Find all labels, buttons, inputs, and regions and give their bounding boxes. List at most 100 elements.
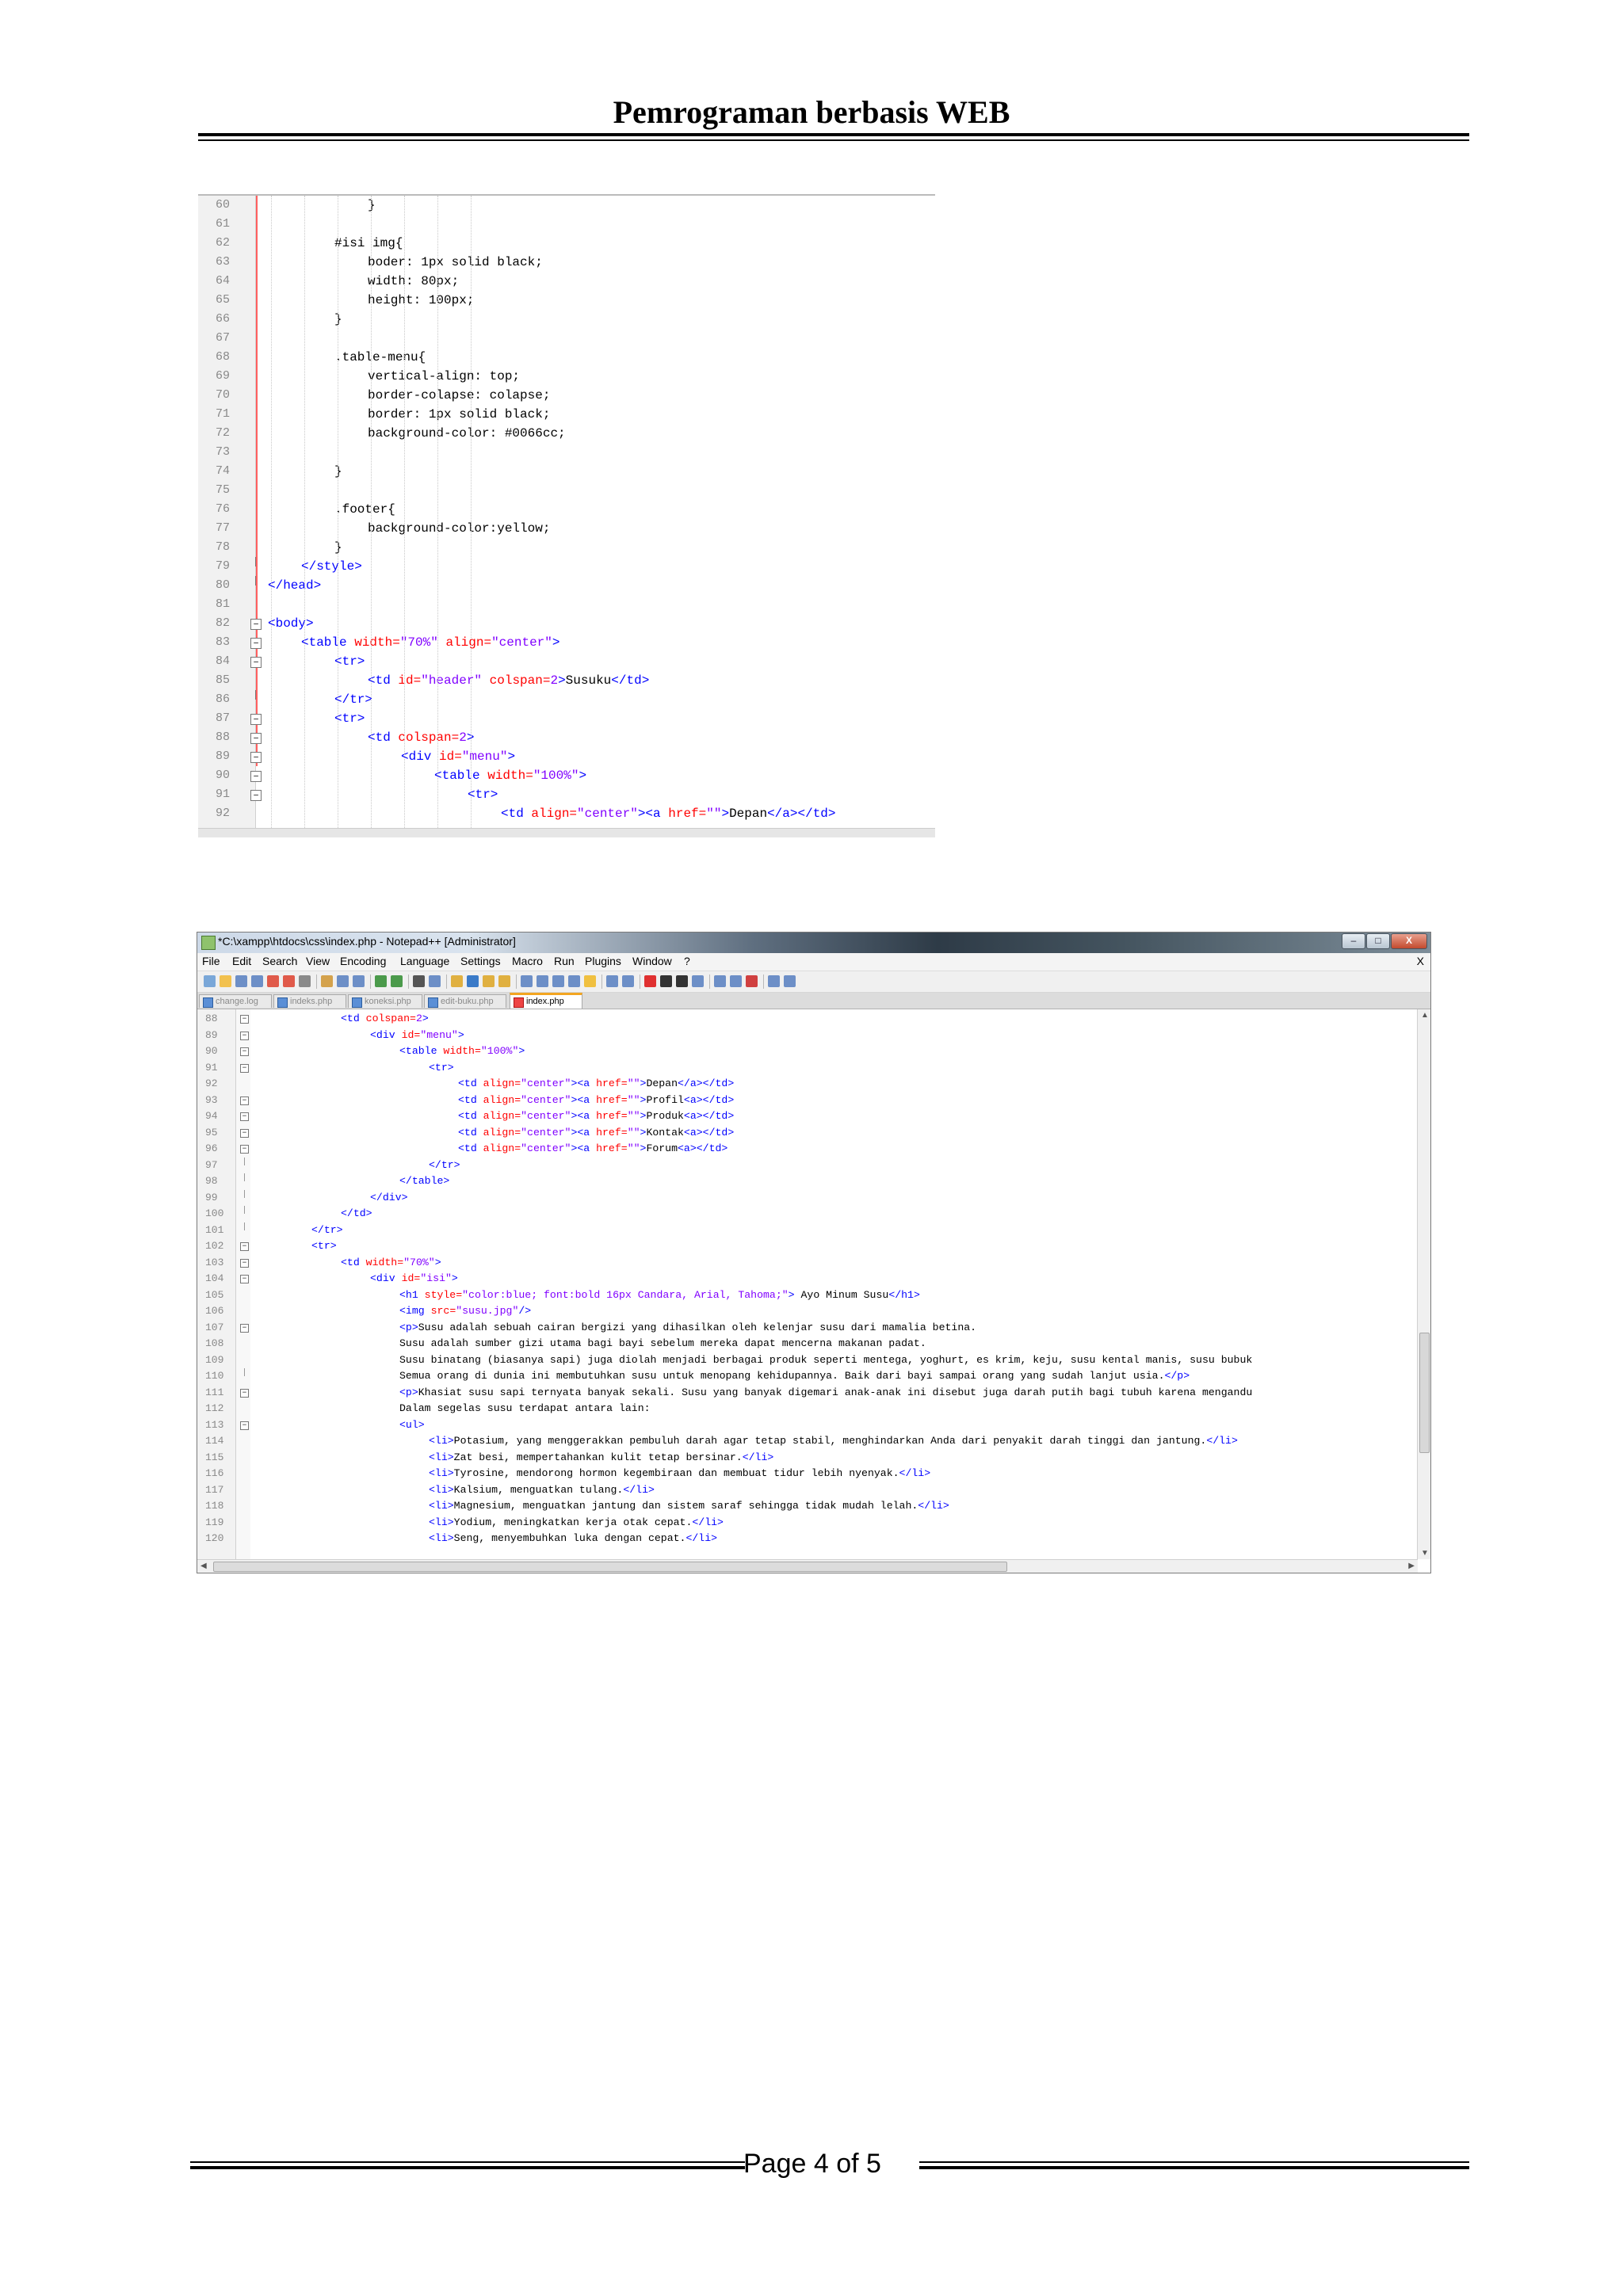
fold-toggle-icon[interactable]: − (250, 638, 262, 649)
code-text: </tr> (334, 690, 372, 709)
code-token: ><a (571, 1093, 597, 1106)
line-number: 69 (216, 369, 231, 383)
toolbar-button-icon[interactable] (714, 975, 726, 987)
vertical-scroll-thumb[interactable] (1419, 1333, 1430, 1453)
toolbar-button-icon[interactable] (521, 975, 533, 987)
fold-toggle-icon[interactable]: − (240, 1112, 249, 1121)
tab-index-php[interactable]: index.php (510, 993, 582, 1009)
toolbar-button-icon[interactable] (568, 975, 580, 987)
scroll-up-icon[interactable]: ▲ (1421, 1011, 1429, 1020)
fold-end-icon (244, 1157, 245, 1165)
code-text: .footer{ (334, 500, 395, 519)
toolbar-button-icon[interactable] (429, 975, 441, 987)
toolbar-button-icon[interactable] (235, 975, 247, 987)
line-number: 110 (205, 1370, 224, 1382)
toolbar-button-icon[interactable] (391, 975, 403, 987)
notepad-window: *C:\xampp\htdocs\css\index.php - Notepad… (197, 932, 1431, 1573)
code-token: "center" (521, 1110, 571, 1122)
scroll-right-icon[interactable]: ▶ (1408, 1562, 1415, 1570)
toolbar-button-icon[interactable] (537, 975, 548, 987)
toolbar-button-icon[interactable] (204, 975, 216, 987)
toolbar-button-icon[interactable] (498, 975, 510, 987)
menu-view[interactable]: View (306, 955, 330, 967)
fold-toggle-icon[interactable]: − (250, 619, 262, 630)
toolbar-button-icon[interactable] (375, 975, 387, 987)
fold-toggle-icon[interactable]: − (250, 771, 262, 782)
fold-toggle-icon[interactable]: − (240, 1096, 249, 1105)
maximize-button[interactable]: □ (1366, 933, 1390, 949)
code-editor[interactable]: 88− <td colspan=2> 89− <div id="menu"> 90− <t… (197, 1009, 1430, 1559)
fold-toggle-icon[interactable]: − (250, 714, 262, 725)
document-close-button[interactable]: X (1417, 955, 1424, 967)
menu-window[interactable]: Window (632, 955, 672, 967)
code-token: </li> (1206, 1435, 1238, 1447)
fold-toggle-icon[interactable]: − (240, 1145, 249, 1154)
tab-change-log[interactable]: change.log (199, 994, 272, 1008)
line-number: 90 (205, 1045, 218, 1057)
fold-toggle-icon[interactable]: − (240, 1015, 249, 1024)
code-text: border-colapse: colapse; (368, 386, 550, 405)
toolbar-button-icon[interactable] (413, 975, 425, 987)
horizontal-scrollbar[interactable]: ◀ ▶ (197, 1559, 1418, 1573)
fold-toggle-icon[interactable]: − (240, 1388, 249, 1398)
toolbar-button-icon[interactable] (644, 975, 656, 987)
fold-toggle-icon[interactable]: − (240, 1421, 249, 1430)
scroll-down-icon[interactable]: ▼ (1421, 1549, 1429, 1558)
line-number: 77 (216, 521, 231, 535)
fold-toggle-icon[interactable]: − (250, 657, 262, 668)
scroll-left-icon[interactable]: ◀ (200, 1562, 207, 1570)
toolbar-button-icon[interactable] (606, 975, 618, 987)
tab-koneksi-php[interactable]: koneksi.php (348, 994, 422, 1008)
fold-toggle-icon[interactable]: − (240, 1047, 249, 1056)
fold-toggle-icon[interactable]: − (240, 1275, 249, 1283)
fold-toggle-icon[interactable]: − (250, 752, 262, 763)
tab-edit-buku-php[interactable]: edit-buku.php (424, 994, 506, 1008)
toolbar-button-icon[interactable] (467, 975, 479, 987)
menu-encoding[interactable]: Encoding (340, 955, 386, 967)
toolbar-button-icon[interactable] (676, 975, 688, 987)
vertical-scrollbar[interactable]: ▲ ▼ (1417, 1009, 1430, 1559)
menu-run[interactable]: Run (554, 955, 575, 967)
menu-settings[interactable]: Settings (460, 955, 501, 967)
toolbar-button-icon[interactable] (251, 975, 263, 987)
tab-indeks-php[interactable]: indeks.php (273, 994, 346, 1008)
menu-file[interactable]: File (202, 955, 220, 967)
toolbar-button-icon[interactable] (483, 975, 495, 987)
toolbar-button-icon[interactable] (692, 975, 704, 987)
toolbar-button-icon[interactable] (267, 975, 279, 987)
toolbar-button-icon[interactable] (730, 975, 742, 987)
close-button[interactable]: X (1391, 933, 1427, 949)
toolbar-button-icon[interactable] (660, 975, 672, 987)
menu-plugins[interactable]: Plugins (585, 955, 621, 967)
fold-toggle-icon[interactable]: − (240, 1063, 249, 1073)
toolbar-button-icon[interactable] (552, 975, 564, 987)
toolbar-button-icon[interactable] (321, 975, 333, 987)
fold-toggle-icon[interactable]: − (240, 1242, 249, 1251)
toolbar-button-icon[interactable] (220, 975, 231, 987)
horizontal-scroll-thumb[interactable] (213, 1562, 1007, 1572)
fold-toggle-icon[interactable]: − (250, 733, 262, 744)
code-token: background-color:yellow; (368, 521, 551, 536)
toolbar-button-icon[interactable] (622, 975, 634, 987)
fold-toggle-icon[interactable]: − (240, 1128, 249, 1138)
menu-language[interactable]: Language (400, 955, 449, 967)
menu-edit[interactable]: Edit (232, 955, 251, 967)
toolbar-button-icon[interactable] (451, 975, 463, 987)
fold-toggle-icon[interactable]: − (240, 1258, 249, 1268)
toolbar-button-icon[interactable] (746, 975, 758, 987)
menu-search[interactable]: Search (262, 955, 297, 967)
code-token: <td (368, 730, 399, 745)
toolbar-button-icon[interactable] (283, 975, 295, 987)
toolbar-button-icon[interactable] (353, 975, 365, 987)
minimize-button[interactable]: – (1342, 933, 1365, 949)
menu-help[interactable]: ? (684, 955, 690, 967)
fold-toggle-icon[interactable]: − (250, 790, 262, 801)
fold-toggle-icon[interactable]: − (240, 1031, 249, 1040)
toolbar-button-icon[interactable] (337, 975, 349, 987)
toolbar-button-icon[interactable] (784, 975, 796, 987)
toolbar-button-icon[interactable] (768, 975, 780, 987)
menu-macro[interactable]: Macro (512, 955, 543, 967)
toolbar-button-icon[interactable] (299, 975, 311, 987)
toolbar-button-icon[interactable] (584, 975, 596, 987)
fold-toggle-icon[interactable]: − (240, 1323, 249, 1333)
